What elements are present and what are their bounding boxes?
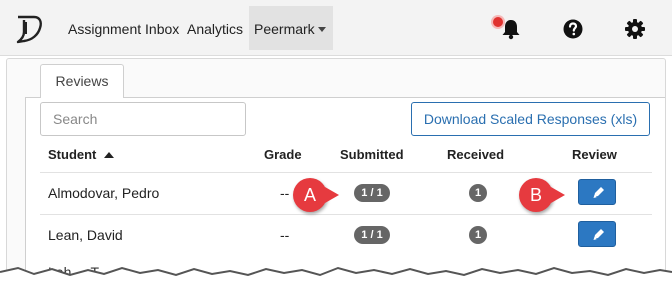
review-button[interactable]	[578, 179, 616, 205]
row-divider	[40, 214, 652, 215]
tab-reviews[interactable]: Reviews	[40, 64, 124, 98]
top-nav: Assignment Inbox Analytics Peermark	[0, 0, 672, 56]
download-scaled-responses-button[interactable]: Download Scaled Responses (xls)	[411, 102, 650, 136]
grade-value: --	[280, 185, 290, 201]
column-header-student-label: Student	[48, 147, 97, 162]
question-circle-icon[interactable]	[562, 18, 584, 40]
sort-ascending-icon	[104, 152, 115, 158]
bell-icon[interactable]	[500, 18, 522, 40]
nav-analytics[interactable]: Analytics	[187, 21, 243, 37]
review-button[interactable]	[578, 221, 616, 247]
column-header-received: Received	[447, 147, 505, 162]
submitted-badge: 1 / 1	[354, 226, 390, 244]
callout-b-pointer	[551, 187, 565, 203]
notification-dot	[493, 17, 503, 27]
received-badge: 1	[469, 184, 487, 202]
turnitin-logo-icon[interactable]	[12, 12, 46, 46]
callout-b: B	[519, 178, 553, 212]
nav-peermark-label: Peermark	[254, 21, 315, 37]
student-name: Lean, David	[48, 227, 123, 243]
column-header-grade: Grade	[264, 147, 302, 162]
nav-peermark-dropdown[interactable]: Peermark	[254, 21, 326, 37]
pencil-icon	[593, 187, 604, 198]
row-divider	[40, 172, 652, 173]
column-header-submitted: Submitted	[340, 147, 404, 162]
torn-edge-decoration	[0, 266, 672, 288]
nav-assignment-inbox[interactable]: Assignment Inbox	[68, 21, 179, 37]
grade-value: --	[280, 227, 290, 243]
received-badge: 1	[469, 226, 487, 244]
callout-a-pointer	[325, 187, 339, 203]
callout-a: A	[293, 178, 327, 212]
column-header-student[interactable]: Student	[48, 147, 115, 162]
student-name: Almodovar, Pedro	[48, 185, 160, 201]
column-header-review: Review	[572, 147, 617, 162]
search-input[interactable]	[40, 102, 246, 136]
caret-down-icon	[317, 27, 326, 32]
gear-icon[interactable]	[624, 18, 646, 40]
pencil-icon	[593, 229, 604, 240]
submitted-badge: 1 / 1	[354, 184, 390, 202]
